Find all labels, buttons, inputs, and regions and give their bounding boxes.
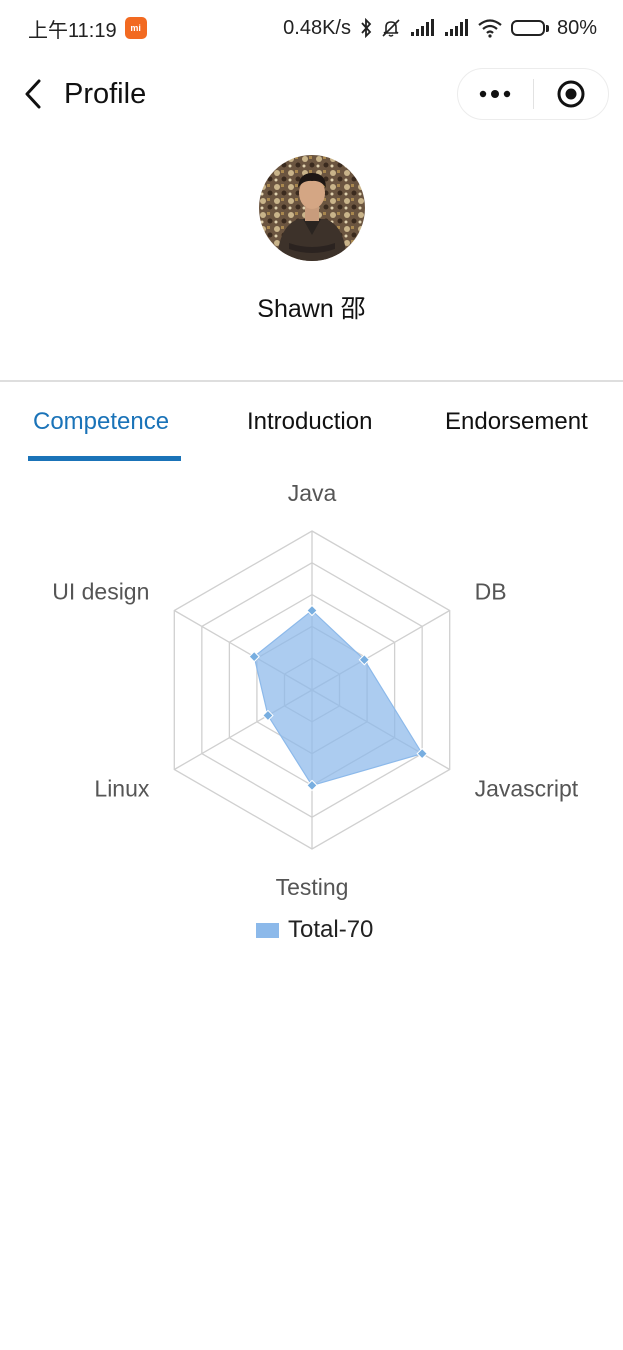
tab-endorsement[interactable]: Endorsement: [445, 408, 588, 436]
avatar[interactable]: [259, 155, 365, 261]
back-button[interactable]: [16, 76, 50, 112]
avatar-photo: [259, 155, 365, 261]
radar-axis-label: Java: [288, 480, 337, 506]
tab-introduction[interactable]: Introduction: [247, 408, 372, 436]
battery-icon: [510, 20, 549, 36]
close-mini-program-button[interactable]: [534, 69, 609, 119]
signal-icon-1: [409, 19, 435, 37]
radar-axis-label: Linux: [94, 776, 149, 802]
chart-legend[interactable]: Total-70: [256, 916, 373, 944]
status-time: 上午11:19: [28, 19, 117, 42]
status-right: 0.48K/s 80%: [283, 17, 597, 40]
mi-app-icon: mi: [124, 17, 147, 39]
legend-swatch: [256, 922, 279, 938]
status-bar: 上午11:19 mi 0.48K/s 80%: [0, 0, 623, 56]
nav-bar: Profile: [0, 66, 623, 122]
radar-axis-label: DB: [475, 579, 507, 605]
radar-axis-label: Javascript: [475, 776, 579, 802]
radar-axis-label: Testing: [276, 874, 349, 900]
user-name: Shawn 邵: [257, 295, 366, 323]
radar-series-area: [253, 609, 424, 787]
mute-bell-icon: [381, 18, 401, 38]
tab-bar: Competence Introduction Endorsement: [0, 400, 623, 462]
radar-axis-label: UI design: [52, 579, 149, 605]
section-divider: [0, 380, 623, 382]
status-left: 上午11:19 mi: [28, 14, 147, 43]
wifi-icon: [477, 18, 503, 38]
signal-icon-2: [443, 19, 469, 37]
chevron-left-icon: [25, 79, 41, 109]
mini-program-capsule: [457, 68, 609, 120]
page-title: Profile: [64, 78, 147, 110]
bluetooth-icon: [359, 18, 373, 38]
radar-chart: Java DB Javascript Testing Linux UI design: [0, 470, 623, 970]
more-dots-icon: [480, 90, 511, 98]
legend-label: Total-70: [288, 916, 374, 943]
active-tab-indicator: [28, 456, 181, 461]
tab-competence[interactable]: Competence: [33, 408, 169, 436]
target-circle-icon: [557, 80, 585, 108]
battery-percent: 80%: [556, 16, 597, 39]
radar-chart-svg: Java DB Javascript Testing Linux UI design: [52, 480, 579, 900]
network-speed: 0.48K/s: [283, 16, 351, 39]
more-button[interactable]: [458, 69, 533, 119]
